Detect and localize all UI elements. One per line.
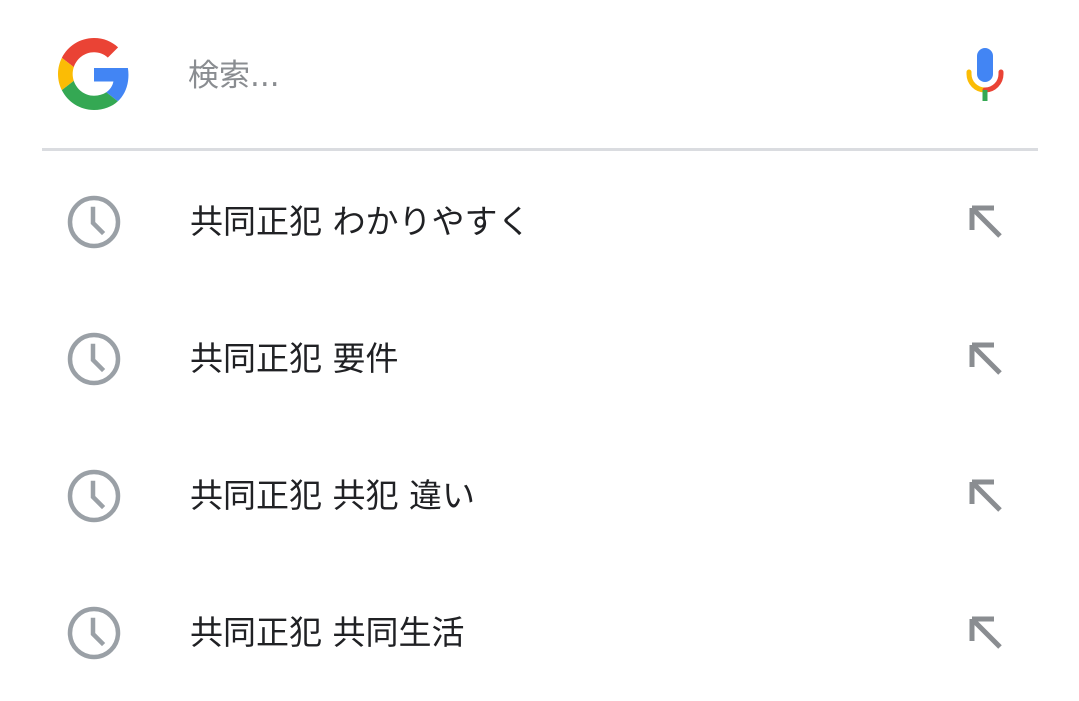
suggestion-text: 共同正犯 要件	[190, 339, 399, 378]
search-bar	[0, 0, 1079, 150]
microphone-icon[interactable]	[962, 44, 1008, 104]
suggestion-item[interactable]: 共同正犯 要件	[0, 291, 1079, 427]
clock-history-icon	[67, 195, 121, 249]
clock-history-icon	[67, 332, 121, 386]
suggestion-item[interactable]: 共同正犯 共犯 違い	[0, 428, 1079, 564]
arrow-up-left-icon[interactable]	[960, 196, 1012, 248]
suggestion-item[interactable]: 共同正犯 共同生活	[0, 565, 1079, 701]
clock-history-icon	[67, 469, 121, 523]
suggestion-text: 共同正犯 共同生活	[190, 613, 465, 652]
clock-history-icon	[67, 606, 121, 660]
search-input[interactable]	[188, 48, 928, 104]
suggestion-text: 共同正犯 共犯 違い	[190, 476, 475, 515]
divider	[42, 148, 1038, 151]
google-logo-icon[interactable]	[58, 38, 130, 110]
arrow-up-left-icon[interactable]	[960, 470, 1012, 522]
suggestion-text: 共同正犯 わかりやすく	[190, 202, 531, 241]
arrow-up-left-icon[interactable]	[960, 607, 1012, 659]
suggestion-item[interactable]: 共同正犯 わかりやすく	[0, 154, 1079, 290]
arrow-up-left-icon[interactable]	[960, 333, 1012, 385]
